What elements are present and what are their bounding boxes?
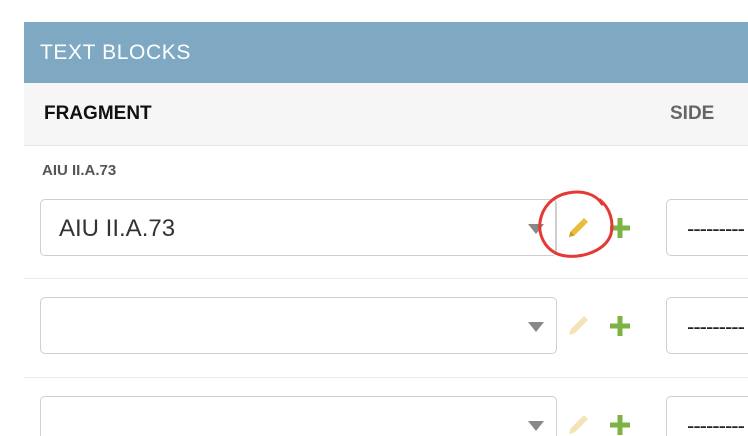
column-header-fragment: FRAGMENT (44, 103, 152, 124)
text-blocks-panel: TEXT BLOCKS FRAGMENT SIDE AIU II.A.73 AI… (24, 22, 748, 436)
side-select[interactable]: --------- (666, 199, 748, 256)
side-select[interactable]: --------- (666, 396, 748, 436)
plus-icon[interactable] (608, 413, 632, 436)
text-block-row: AIU II.A.73 AIU II.A.73 --------- (24, 146, 748, 279)
annotation-circle (538, 190, 614, 258)
side-select-value: --------- (687, 216, 745, 241)
pencil-icon (569, 316, 588, 335)
text-block-row: --------- (24, 378, 748, 436)
caret-down-icon (528, 322, 544, 332)
side-select[interactable]: --------- (666, 297, 748, 354)
row-label: AIU II.A.73 (42, 162, 117, 179)
fragment-select[interactable]: AIU II.A.73 (40, 199, 557, 256)
text-block-row: --------- (24, 279, 748, 378)
side-select-value: --------- (687, 413, 745, 436)
fragment-select[interactable] (40, 297, 557, 354)
fragment-select[interactable] (40, 396, 557, 436)
pencil-icon (569, 415, 588, 434)
plus-icon[interactable] (608, 314, 632, 338)
section-title: TEXT BLOCKS (40, 40, 191, 64)
section-header: TEXT BLOCKS (24, 22, 748, 83)
column-header-row: FRAGMENT SIDE (24, 83, 748, 146)
column-header-side: SIDE (670, 103, 715, 124)
side-select-value: --------- (687, 314, 745, 339)
fragment-select-value: AIU II.A.73 (59, 215, 176, 242)
caret-down-icon (528, 421, 544, 431)
